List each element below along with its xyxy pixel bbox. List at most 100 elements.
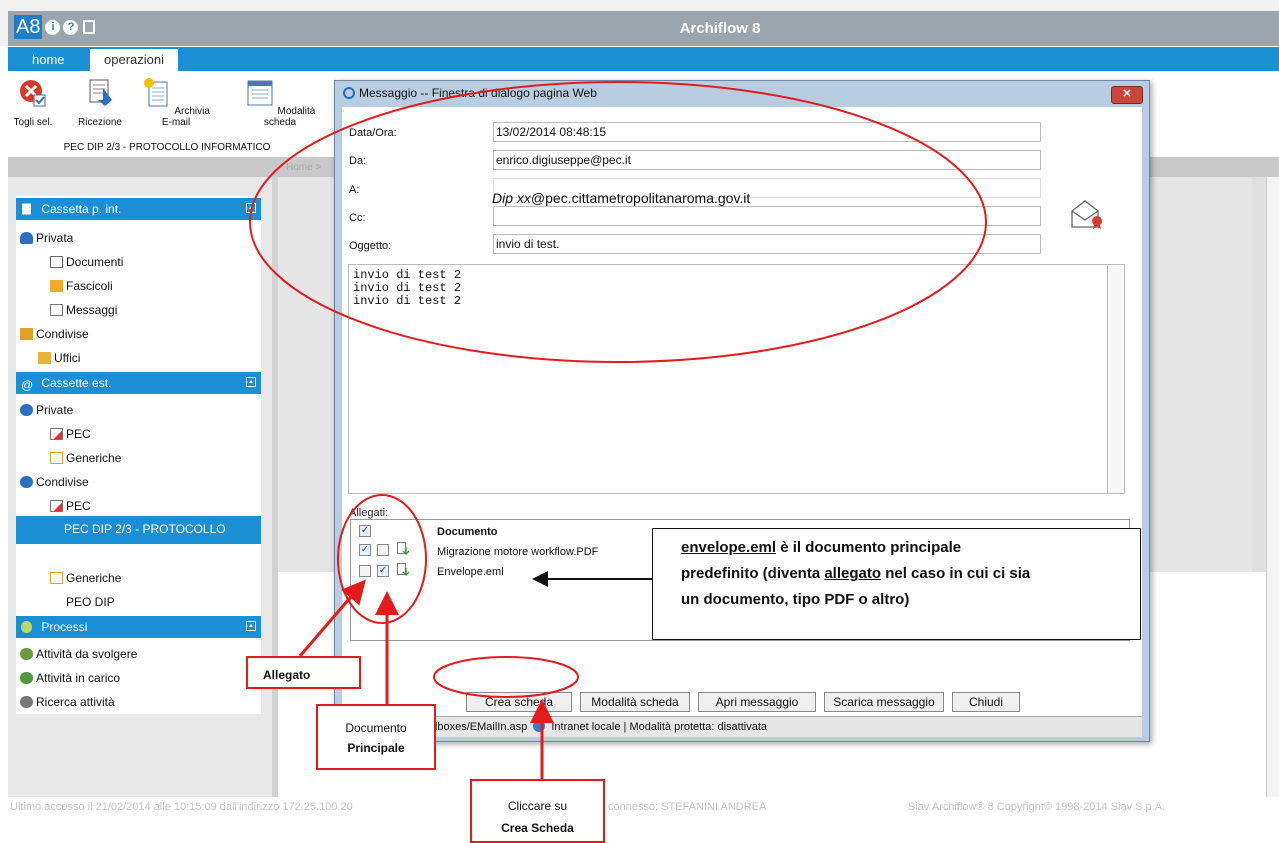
nav-pec-dip-protocollo[interactable]: PEC DIP 2/3 - PROTOCOLLO [16, 516, 261, 544]
deselect-icon [20, 80, 46, 107]
nav-generiche[interactable]: Generiche [50, 450, 121, 466]
archive-email-icon [144, 78, 168, 107]
to-value: Dip xx@pec.cittametropolitanaroma.gov.it [492, 190, 751, 206]
togli-sel-button[interactable]: Togli sel. [12, 78, 54, 128]
message-dialog: Messaggio -- Finestra di dialogo pagina … [334, 80, 1150, 742]
document-icon [50, 256, 63, 268]
attachment-1-name[interactable]: Migrazione motore workflow.PDF [437, 546, 598, 558]
apri-messaggio-button[interactable]: Apri messaggio [698, 692, 816, 712]
archivia-email-label: Archivia E-mail [161, 106, 210, 128]
nav-uffici[interactable]: Uffici [38, 350, 80, 366]
status-zone: Intranet locale | Modalità protetta: dis… [551, 721, 768, 733]
message-body[interactable]: invio di test 2 invio di test 2 invio di… [348, 264, 1108, 494]
nav-privata[interactable]: Privata [20, 230, 73, 246]
subject-label: Oggetto: [349, 240, 392, 252]
section-cassetta-p-int[interactable]: Cassetta p. int. [16, 198, 261, 220]
shared-mailbox-icon [20, 476, 33, 488]
ricezione-label: Ricezione [78, 117, 122, 128]
ricezione-button[interactable]: Ricezione [74, 78, 126, 128]
nav-documenti[interactable]: Documenti [50, 254, 123, 270]
help-icon[interactable]: ? [63, 19, 79, 35]
globe-icon [533, 720, 546, 732]
modalita-scheda-label: Modalità scheda [263, 106, 316, 128]
dialog-status-bar: /archiflowweb/sMailboxes/EMailIn.asp Int… [342, 716, 1142, 737]
office-icon [38, 352, 51, 364]
app-logo: A8 i ? [14, 14, 96, 40]
app-title: Archiflow 8 [679, 20, 761, 37]
nav-attivita-da-svolgere[interactable]: Attività da svolgere [20, 646, 137, 662]
attachment-1-principale-checkbox[interactable] [377, 544, 389, 556]
chiudi-button[interactable]: Chiudi [952, 692, 1020, 712]
ie-icon [343, 87, 355, 99]
nav-generiche-condivise[interactable]: Generiche [50, 570, 121, 586]
a8-logo: A8 [14, 15, 43, 39]
section-processi[interactable]: Processi [16, 616, 261, 638]
nav-fascicoli[interactable]: Fascicoli [50, 278, 113, 294]
mailbox-icon [20, 404, 33, 416]
nav-pec[interactable]: PEC [50, 426, 91, 442]
date-label: Data/Ora: [349, 127, 397, 139]
nav-peo-dip[interactable]: PEO DIP [66, 594, 115, 610]
folder-icon [50, 280, 63, 292]
download-icon[interactable] [397, 563, 409, 577]
scarica-messaggio-button[interactable]: Scarica messaggio [824, 692, 944, 712]
collapse-icon[interactable] [246, 203, 256, 213]
at-icon: @ [21, 378, 34, 392]
gear-icon [21, 621, 32, 633]
collapse-icon[interactable] [246, 621, 256, 631]
date-field[interactable]: 13/02/2014 08:48:15 [493, 122, 1041, 142]
breadcrumb[interactable]: Home > [286, 162, 321, 173]
archivia-email-button[interactable]: Archivia E-mail [142, 78, 210, 128]
footer: Ultimo accesso il 21/02/2014 alle 10:15:… [8, 797, 1279, 843]
page-scrollbar[interactable] [1266, 177, 1279, 797]
info-icon[interactable]: i [45, 19, 61, 35]
ribbon-group-label: PEC DIP 2/3 - PROTOCOLLO INFORMATICO [63, 142, 271, 153]
attachment-2-name[interactable]: Envelope.eml [437, 566, 504, 578]
footer-copyright: Siav Archiflow® 8 Copyright© 1998-2014 S… [908, 801, 1166, 813]
logout-icon[interactable] [83, 20, 96, 34]
crea-scheda-button[interactable]: Crea scheda [466, 692, 572, 712]
gear-icon [20, 648, 33, 660]
attachment-1-allegato-checkbox[interactable]: ✓ [359, 544, 371, 556]
receive-icon [89, 79, 112, 106]
gear-check-icon [20, 672, 33, 684]
nav-condivise-est[interactable]: Condivise [20, 474, 89, 490]
togli-sel-label: Togli sel. [13, 117, 53, 128]
attachment-2-allegato-checkbox[interactable] [359, 565, 371, 577]
nav-pec-condivise[interactable]: PEC [50, 498, 91, 514]
shared-icon [20, 328, 33, 340]
user-icon [20, 232, 33, 244]
section-label: Processi [41, 620, 88, 634]
nav-attivita-in-carico[interactable]: Attività in carico [20, 670, 120, 686]
collapse-icon[interactable] [246, 377, 256, 387]
modalita-scheda-dialog-button[interactable]: Modalità scheda [580, 692, 690, 712]
nav-condivise[interactable]: Condivise [20, 326, 89, 342]
select-all-checkbox[interactable]: ✓ [359, 525, 371, 537]
section-label: Cassetta p. int. [41, 202, 122, 216]
download-icon[interactable] [397, 542, 409, 556]
from-label: Da: [349, 155, 367, 167]
crea-scheda-callout: Cliccare su Crea Scheda [470, 779, 605, 843]
tab-bar: home operazioni [8, 47, 1279, 71]
tab-home[interactable]: home [18, 49, 79, 71]
nav-messaggi[interactable]: Messaggi [50, 302, 117, 318]
allegato-callout: Allegato [246, 656, 361, 689]
cc-field[interactable] [493, 206, 1041, 226]
section-cassette-est[interactable]: @ Cassette est. [16, 372, 261, 394]
documento-principale-callout: Documento Principale [316, 704, 436, 770]
modalita-scheda-button[interactable]: Modalità scheda [238, 78, 322, 128]
envelope-note-callout: envelope.eml è il documento principale p… [652, 528, 1141, 640]
attachment-2-principale-checkbox[interactable]: ✓ [377, 565, 389, 577]
right-strip [1252, 177, 1266, 572]
note-envelope-underlined: envelope.eml [681, 539, 777, 556]
nav-ricerca-attivita[interactable]: Ricerca attività [20, 694, 115, 710]
dialog-close-button[interactable]: ✕ [1111, 86, 1143, 104]
tab-operazioni[interactable]: operazioni [90, 49, 178, 71]
from-field[interactable]: enrico.digiuseppe@pec.it [493, 150, 1041, 170]
pec-icon [50, 428, 63, 440]
nav-private[interactable]: Private [20, 402, 73, 418]
message-body-scrollbar[interactable] [1108, 264, 1125, 494]
generic-mail-icon [50, 452, 63, 464]
subject-field[interactable]: invio di test. [493, 234, 1041, 254]
section-label: Cassette est. [41, 376, 112, 390]
